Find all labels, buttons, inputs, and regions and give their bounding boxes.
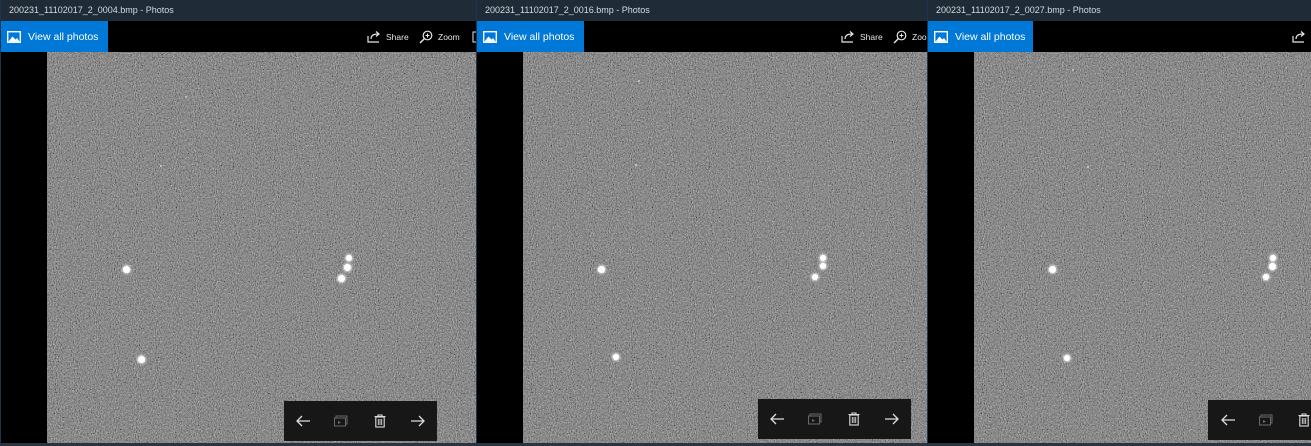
view-all-photos-button[interactable]: View all photos xyxy=(928,21,1034,52)
faint-spot xyxy=(638,80,640,82)
faint-spot xyxy=(185,96,187,98)
faint-spot xyxy=(635,164,637,166)
next-button[interactable] xyxy=(400,401,436,441)
window-title: 200231_11102017_2_0027.bmp - Photos xyxy=(928,0,1311,21)
photo-noise xyxy=(47,52,476,446)
share-icon xyxy=(1292,31,1305,43)
slideshow-icon xyxy=(1259,414,1273,426)
bright-spot xyxy=(138,356,145,363)
bright-spot xyxy=(123,266,130,273)
delete-button[interactable] xyxy=(1286,400,1311,440)
photos-app-icon xyxy=(7,30,21,43)
view-all-photos-label: View all photos xyxy=(28,30,99,43)
next-arrow-icon xyxy=(410,415,425,427)
navigation-bar xyxy=(758,399,911,439)
slideshow-button[interactable] xyxy=(797,399,833,439)
share-button[interactable] xyxy=(1292,21,1311,52)
zoom-icon xyxy=(893,30,907,43)
previous-arrow-icon xyxy=(296,415,311,427)
bright-spot xyxy=(613,354,619,360)
zoom-icon xyxy=(419,30,433,43)
photo-noise xyxy=(523,52,927,446)
share-label: Share xyxy=(386,31,409,42)
previous-arrow-icon xyxy=(1221,414,1235,426)
previous-button[interactable] xyxy=(1210,400,1246,440)
previous-button[interactable] xyxy=(285,401,321,441)
view-all-photos-button[interactable]: View all photos xyxy=(477,21,585,52)
view-all-photos-button[interactable]: View all photos xyxy=(1,21,109,52)
window-title: 200231_11102017_2_0016.bmp - Photos xyxy=(477,0,927,21)
bright-spot xyxy=(820,263,826,269)
previous-button[interactable] xyxy=(759,399,795,439)
photos-window-1: 200231_11102017_2_0004.bmp - Photos View… xyxy=(0,0,476,446)
zoom-button[interactable]: Zoo xyxy=(893,21,927,52)
slideshow-button[interactable] xyxy=(323,401,359,441)
bright-spot xyxy=(1049,266,1056,273)
photo-noise xyxy=(974,52,1311,446)
faint-spot xyxy=(160,165,162,167)
share-button[interactable]: Share xyxy=(841,21,883,52)
command-bar: View all photos Share Zoom xyxy=(1,21,476,52)
photos-app-icon xyxy=(483,30,497,43)
delete-icon xyxy=(1298,413,1310,427)
delete-icon xyxy=(374,414,386,428)
faint-spot xyxy=(1072,69,1074,71)
faint-spot xyxy=(1087,166,1089,168)
navigation-bar xyxy=(1208,400,1311,440)
previous-arrow-icon xyxy=(770,413,785,425)
bright-spot xyxy=(346,255,352,261)
photo-canvas[interactable] xyxy=(974,52,1311,446)
delete-icon xyxy=(848,412,860,426)
share-button[interactable]: Share xyxy=(367,21,409,52)
photos-app-icon xyxy=(934,30,948,43)
next-arrow-icon xyxy=(884,413,899,425)
bright-spot xyxy=(1064,355,1070,361)
bright-spot xyxy=(338,275,345,282)
command-bar: View all photos xyxy=(928,21,1311,52)
share-icon xyxy=(367,31,380,43)
bright-spot xyxy=(1263,274,1269,280)
bright-spot xyxy=(820,255,826,261)
share-icon xyxy=(841,31,854,43)
delete-button[interactable] xyxy=(836,399,872,439)
navigation-bar xyxy=(284,401,437,441)
slideshow-icon xyxy=(808,413,822,425)
window-title: 200231_11102017_2_0004.bmp - Photos xyxy=(1,0,476,21)
view-all-photos-label: View all photos xyxy=(955,30,1026,43)
next-button[interactable] xyxy=(874,399,910,439)
zoom-button[interactable]: Zoom xyxy=(419,21,460,52)
command-bar: View all photos Share Zoo xyxy=(477,21,927,52)
delete-button[interactable] xyxy=(362,401,398,441)
bright-spot xyxy=(812,274,818,280)
bright-spot xyxy=(344,264,351,271)
slideshow-button[interactable] xyxy=(1248,400,1284,440)
view-all-photos-label: View all photos xyxy=(504,30,575,43)
photos-window-3: 200231_11102017_2_0027.bmp - Photos View… xyxy=(927,0,1311,446)
bright-spot xyxy=(1270,255,1276,261)
zoom-label: Zoo xyxy=(912,31,927,42)
bright-spot xyxy=(598,266,605,273)
zoom-label: Zoom xyxy=(438,31,460,42)
share-label: Share xyxy=(860,31,883,42)
photo-canvas[interactable] xyxy=(523,52,927,446)
photo-canvas[interactable] xyxy=(47,52,476,446)
bright-spot xyxy=(1269,263,1276,270)
slideshow-icon xyxy=(334,415,348,427)
photos-window-2: 200231_11102017_2_0016.bmp - Photos View… xyxy=(476,0,927,446)
